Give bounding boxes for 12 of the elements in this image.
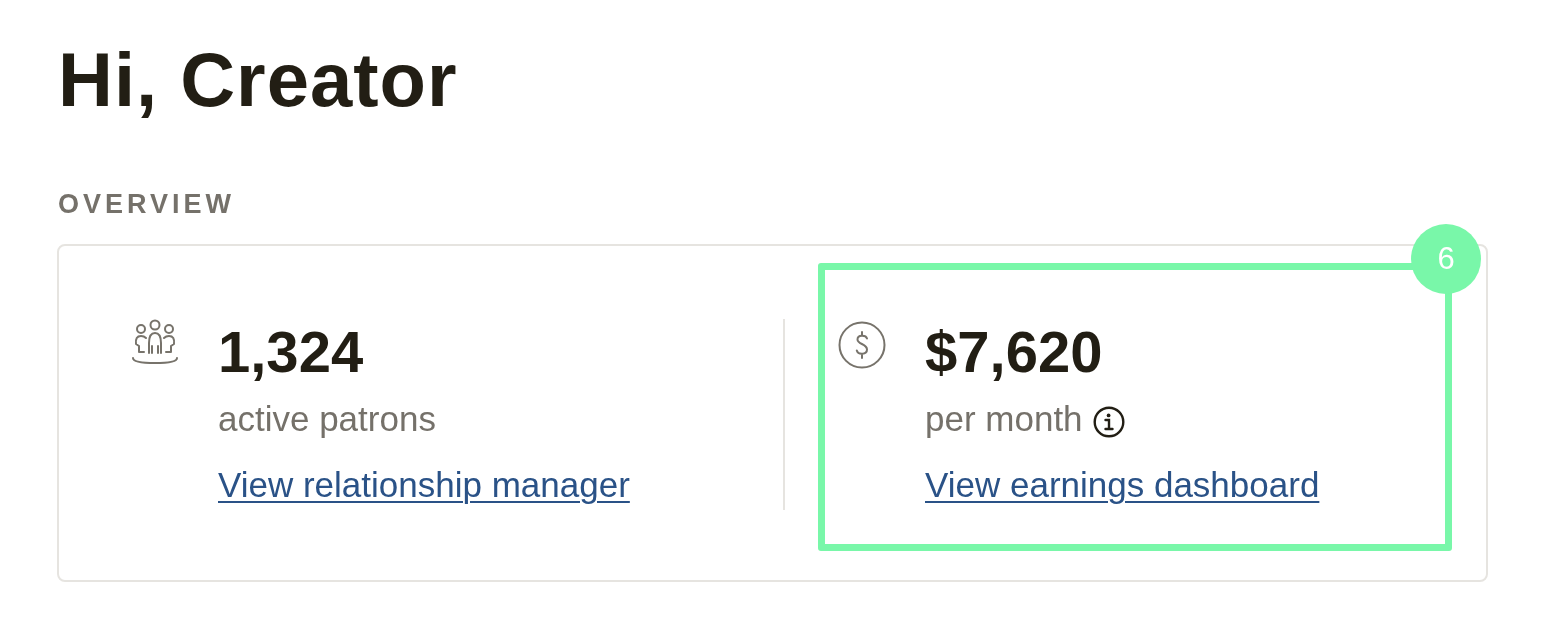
greeting-heading: Hi, Creator (58, 36, 458, 123)
stat-link[interactable]: View earnings dashboard (925, 465, 1320, 505)
step-badge: 6 (1411, 224, 1481, 294)
stat-caption: active patrons (218, 399, 436, 439)
stat-link[interactable]: View relationship manager (218, 465, 630, 505)
section-label: OVERVIEW (58, 189, 236, 220)
people-group-icon (130, 319, 180, 367)
stat-caption: per month (925, 399, 1083, 439)
dollar-coin-icon (838, 321, 886, 369)
stat-value: $7,620 (925, 318, 1103, 385)
info-icon[interactable] (1092, 406, 1125, 438)
stat-value: 1,324 (218, 318, 364, 385)
